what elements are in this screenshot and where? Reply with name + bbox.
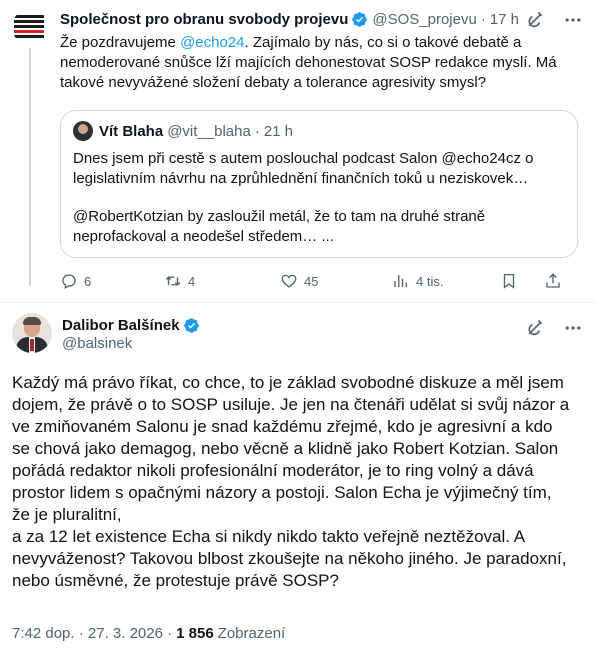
parent-tweet-text: Že pozdravujeme @echo24. Zajímalo by nás… <box>60 33 580 93</box>
text-line: neprofackoval a neodešel středem… ... <box>73 228 334 245</box>
parent-tweet-tools <box>525 10 583 30</box>
parent-tweet-actions: 6 4 45 4 tis. <box>60 270 580 292</box>
repost-icon <box>165 276 181 286</box>
quoted-tweet-time: 21 h <box>263 122 294 140</box>
tweet-meta: 7:42 dop. · 27. 3. 2026 · 1 856 Zobrazen… <box>12 625 285 642</box>
main-author-row: Dalibor Balšínek <box>62 315 200 335</box>
separator-dot: · <box>254 122 260 140</box>
repost-count: 4 <box>188 273 196 289</box>
text-line: že je pluralitní, <box>12 505 122 524</box>
tweet-divider <box>0 302 597 303</box>
tweet-time[interactable]: 17 h <box>490 11 519 28</box>
quoted-author-handle: @vit__blaha <box>167 122 251 140</box>
reply-button[interactable]: 6 <box>60 272 91 290</box>
quoted-tweet-text: Dnes jsem při cestě s autem poslouchal p… <box>73 149 568 247</box>
text-line: legislativním návrhu na zprůhlednění fin… <box>73 170 529 187</box>
verified-badge-icon <box>183 317 199 333</box>
text-line: Že pozdravujeme @echo24. Zajímalo by nás… <box>60 33 580 53</box>
thread-line <box>29 48 31 286</box>
text-line: a za 12 let existence Echa si nikdy nikd… <box>12 527 526 546</box>
text-line: pořádá redaktor nikoli profesionální mod… <box>12 461 534 480</box>
text-line <box>73 189 568 207</box>
more-icon[interactable] <box>563 10 583 30</box>
views-count: 4 tis. <box>416 273 444 289</box>
vit-avatar <box>73 121 93 141</box>
views-label: Zobrazení <box>217 625 286 642</box>
separator-dot: · <box>480 10 486 28</box>
mention-link[interactable]: @echo24 <box>180 34 244 51</box>
more-icon[interactable] <box>563 318 583 338</box>
text-span: . Zajímalo by nás, co si o takové debatě… <box>244 34 522 51</box>
sos-avatar[interactable] <box>12 9 48 45</box>
balsinek-avatar[interactable] <box>12 313 52 353</box>
bookmark-button[interactable] <box>500 272 518 290</box>
tweet-timestamp[interactable]: 7:42 dop. · 27. 3. 2026 · <box>12 625 172 642</box>
author-name[interactable]: Společnost pro obranu svobody projevu <box>60 11 348 28</box>
text-line: prostor lidem s opačnými názory a postoj… <box>12 483 552 502</box>
text-line: nevyváženost? Takovou blbost zkoušejte n… <box>12 549 567 568</box>
like-button[interactable]: 45 <box>280 272 318 290</box>
grok-icon[interactable] <box>525 318 545 338</box>
reply-icon <box>62 274 76 289</box>
views-button[interactable]: 4 tis. <box>392 272 443 290</box>
repost-button[interactable]: 4 <box>164 272 195 290</box>
heart-icon <box>281 274 297 288</box>
like-count: 45 <box>304 273 319 289</box>
quoted-tweet-header: Vít Blaha @vit__blaha · 21 h <box>73 121 293 141</box>
share-button[interactable] <box>544 272 562 290</box>
text-line: nemoderované snůšce lží majících dehones… <box>60 54 557 71</box>
grok-icon[interactable] <box>525 10 545 30</box>
text-line: dojem, že právě o to SOSP usiluje. Je je… <box>12 395 570 414</box>
text-line: se chová jako demagog, nebo věcně a klid… <box>12 439 559 458</box>
reply-count: 6 <box>84 273 92 289</box>
text-line: @RobertKotzian by zasloužil metál, že to… <box>73 208 486 225</box>
views-icon <box>394 275 407 287</box>
main-author-handle[interactable]: @balsinek <box>62 335 132 352</box>
author-handle[interactable]: @SOS_projevu <box>372 11 476 28</box>
share-icon <box>546 273 560 288</box>
views-count: 1 856 <box>176 625 214 642</box>
text-line: Každý má právo říkat, co chce, to je zák… <box>12 373 564 392</box>
text-line: ve zmiňovaném Salonu je snad každému zře… <box>12 417 553 436</box>
main-tweet-text: Každý má právo říkat, co chce, to je zák… <box>12 372 587 592</box>
parent-tweet-header: Společnost pro obranu svobody projevu @S… <box>60 8 519 30</box>
text-line: Dnes jsem při cestě s autem poslouchal p… <box>73 150 534 167</box>
text-span: Že pozdravujeme <box>60 34 181 51</box>
quoted-tweet[interactable]: Vít Blaha @vit__blaha · 21 h Dnes jsem p… <box>60 110 578 258</box>
quoted-author-name: Vít Blaha <box>99 122 164 140</box>
text-line: takové nevyvážené složení debaty a toler… <box>60 74 487 91</box>
main-tweet-tools <box>525 318 583 338</box>
bookmark-icon <box>503 273 515 289</box>
text-line: nebo úsměvné, že protestuje právě SOSP? <box>12 571 339 590</box>
main-author-name[interactable]: Dalibor Balšínek <box>62 317 180 334</box>
verified-badge-icon <box>352 11 368 27</box>
